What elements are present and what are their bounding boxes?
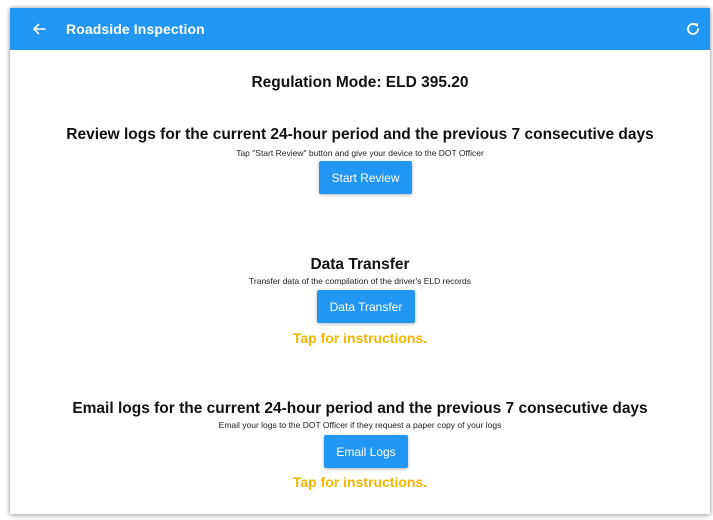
data-transfer-button[interactable]: Data Transfer	[317, 290, 415, 323]
regulation-mode: Regulation Mode: ELD 395.20	[251, 74, 469, 91]
page-title: Roadside Inspection	[66, 21, 205, 37]
review-heading: Review logs for the current 24-hour peri…	[66, 126, 654, 143]
data-transfer-subtext: Transfer data of the compilation of the …	[249, 276, 471, 286]
arrow-left-icon	[33, 23, 46, 35]
data-transfer-instructions-link[interactable]: Tap for instructions.	[10, 330, 710, 346]
app-window: Roadside Inspection Regulation Mode: ELD…	[10, 8, 710, 514]
email-subtext: Email your logs to the DOT Officer if th…	[218, 420, 502, 430]
refresh-button[interactable]	[676, 8, 710, 50]
main-content: Regulation Mode: ELD 395.20 Review logs …	[10, 50, 710, 514]
data-transfer-heading: Data Transfer	[310, 256, 410, 273]
review-subtext: Tap "Start Review" button and give your …	[236, 148, 484, 158]
email-instructions-link[interactable]: Tap for instructions.	[10, 474, 710, 490]
screen: Roadside Inspection Regulation Mode: ELD…	[0, 0, 713, 520]
email-logs-button[interactable]: Email Logs	[324, 435, 408, 468]
refresh-icon	[687, 23, 699, 35]
email-heading: Email logs for the current 24-hour perio…	[72, 400, 648, 417]
back-button[interactable]	[22, 8, 56, 50]
start-review-button[interactable]: Start Review	[319, 161, 412, 194]
app-bar: Roadside Inspection	[10, 8, 710, 50]
